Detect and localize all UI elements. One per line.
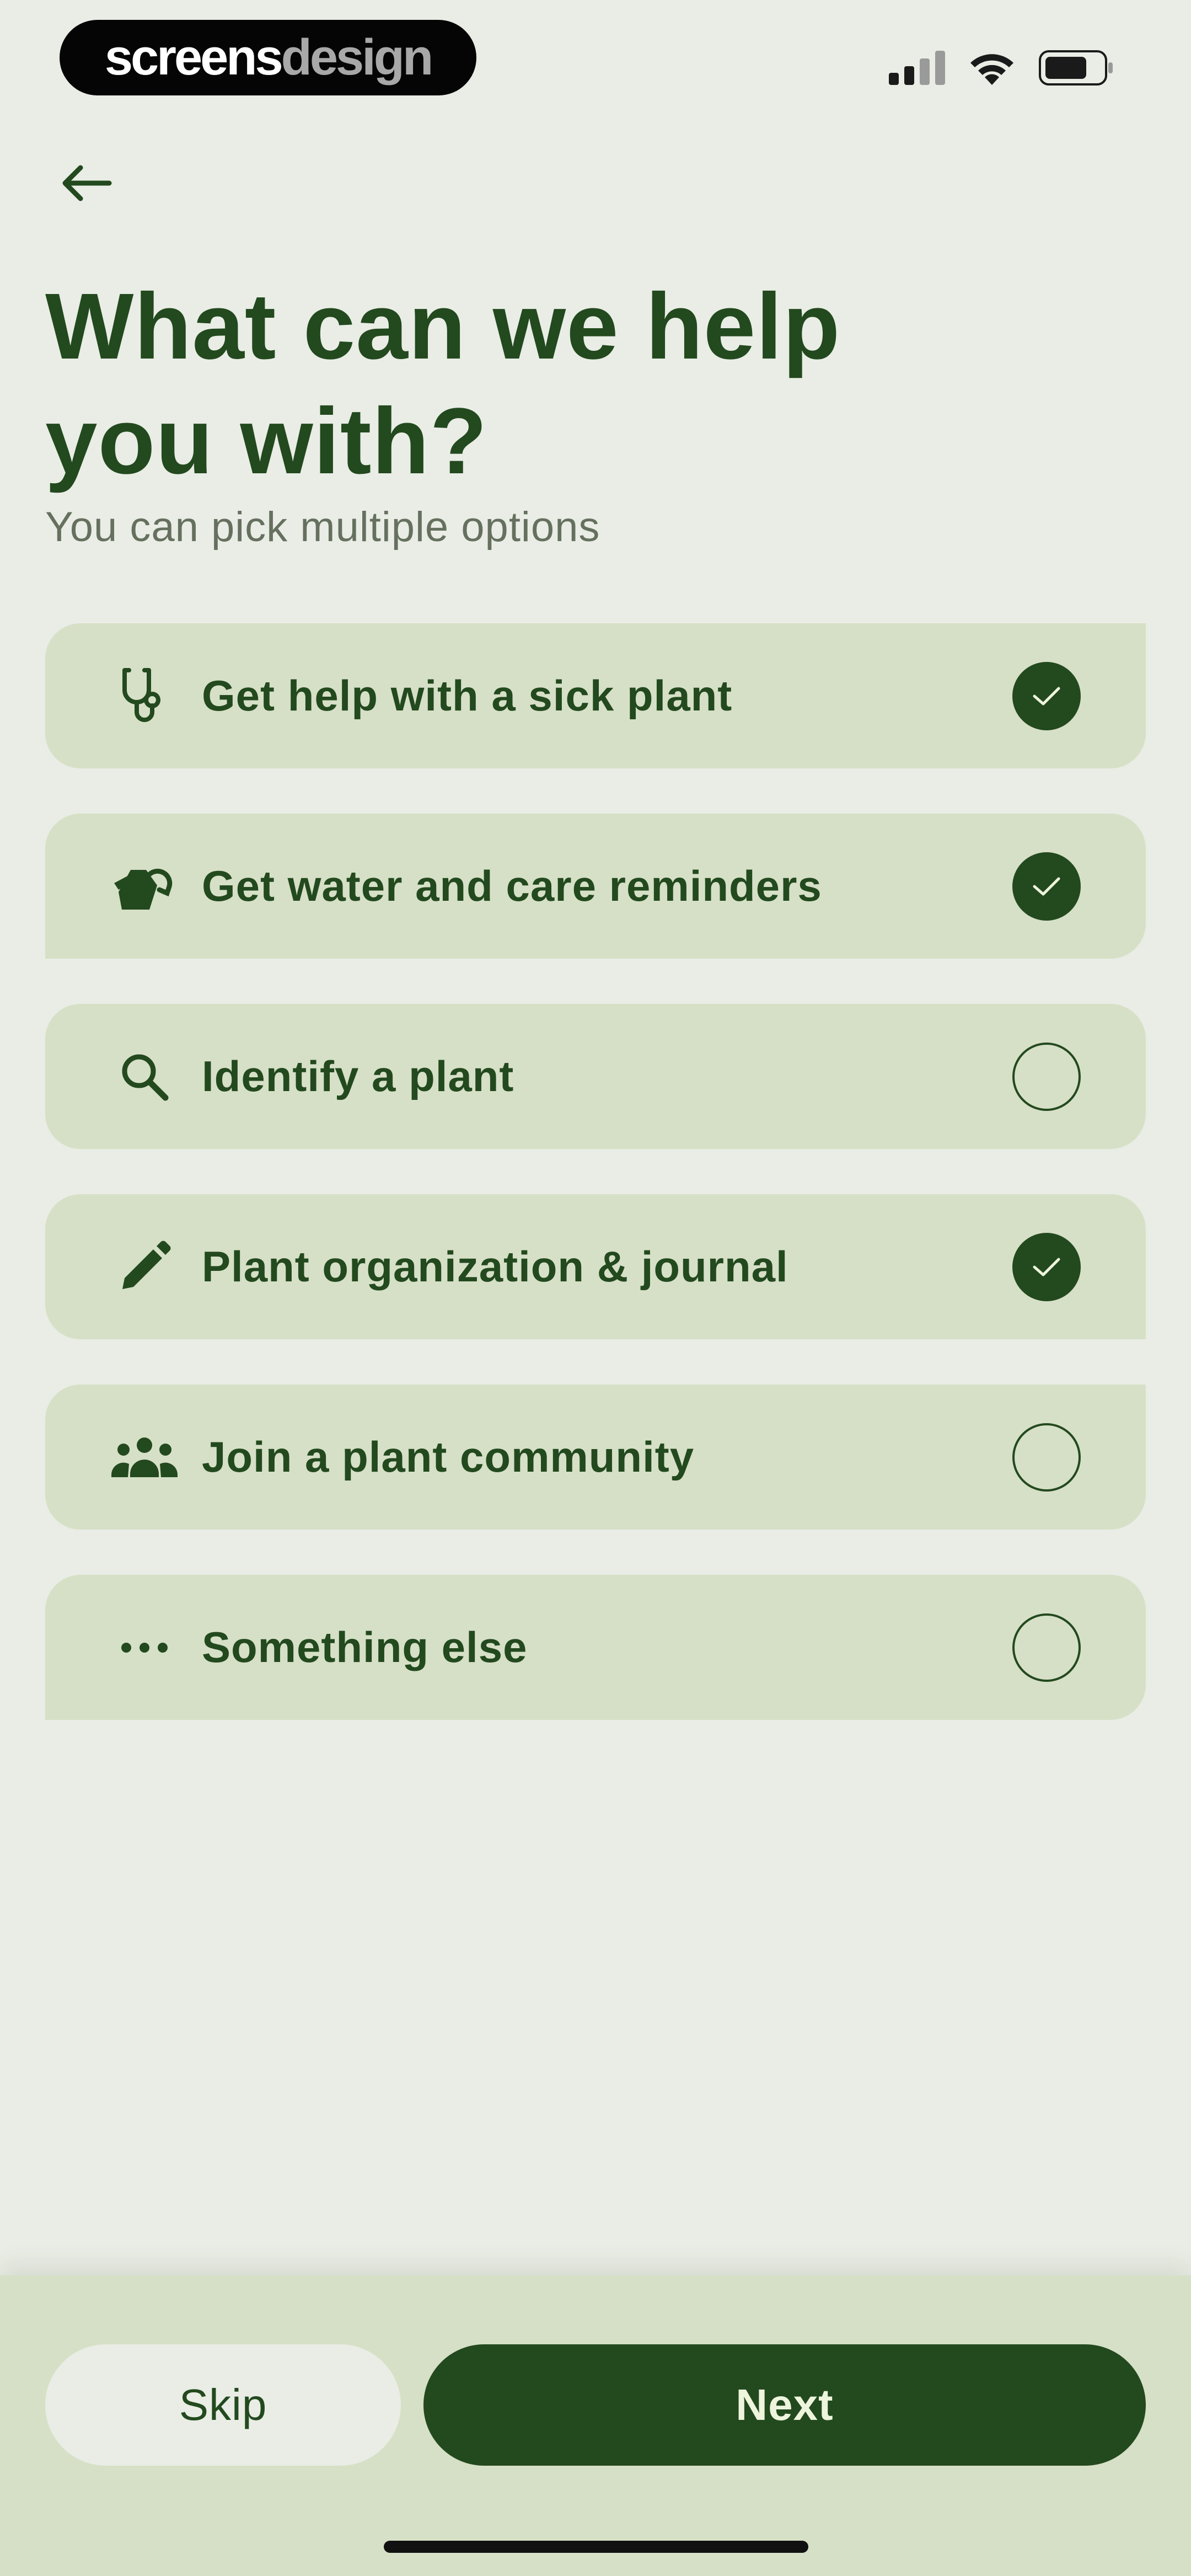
battery-icon [1039,50,1113,85]
checkmark-icon [1033,877,1060,895]
checkmark-icon [1033,1258,1060,1276]
people-icon [110,1423,179,1492]
option-sick-plant[interactable]: Get help with a sick plant [45,623,1146,768]
status-icons [889,49,1114,87]
search-icon [110,1043,179,1111]
checkbox-unchecked[interactable] [1012,1042,1081,1111]
option-something-else[interactable]: Something else [45,1575,1146,1720]
next-button[interactable]: Next [423,2344,1146,2466]
checkbox-checked[interactable] [1012,661,1081,730]
cellular-signal-icon [889,51,945,85]
option-label: Get help with a sick plant [202,671,733,720]
brand-logo-part2: design [281,29,433,85]
option-label: Identify a plant [202,1052,514,1100]
more-dots-icon [110,1613,179,1682]
page-title: What can we help you with? [45,274,841,494]
option-plant-community[interactable]: Join a plant community [45,1385,1146,1530]
home-indicator [384,2541,808,2553]
option-label: Join a plant community [202,1433,695,1481]
back-button[interactable] [53,156,119,211]
options-list: Get help with a sick plant Get water and… [45,623,1146,1720]
option-label: Get water and care reminders [202,862,822,910]
brand-logo-part1: screens [104,29,283,85]
watering-can-icon [110,852,179,921]
checkmark-icon [1033,687,1060,705]
back-arrow-icon [62,165,112,201]
brand-logo: screens design [60,20,476,95]
pencil-icon [110,1233,179,1301]
checkbox-unchecked[interactable] [1012,1613,1081,1682]
stethoscope-icon [110,662,179,730]
option-identify-plant[interactable]: Identify a plant [45,1004,1146,1149]
option-label: Plant organization & journal [202,1242,788,1291]
checkbox-checked[interactable] [1012,1232,1081,1301]
option-water-reminders[interactable]: Get water and care reminders [45,814,1146,959]
option-label: Something else [202,1623,528,1671]
onboarding-screen: screens design What can we help you with?… [0,0,1191,2576]
option-organization-journal[interactable]: Plant organization & journal [45,1194,1146,1339]
checkbox-checked[interactable] [1012,852,1081,921]
checkbox-unchecked[interactable] [1012,1423,1081,1492]
page-subtitle: You can pick multiple options [45,504,600,551]
skip-button[interactable]: Skip [45,2344,401,2466]
wifi-icon [970,54,1013,85]
